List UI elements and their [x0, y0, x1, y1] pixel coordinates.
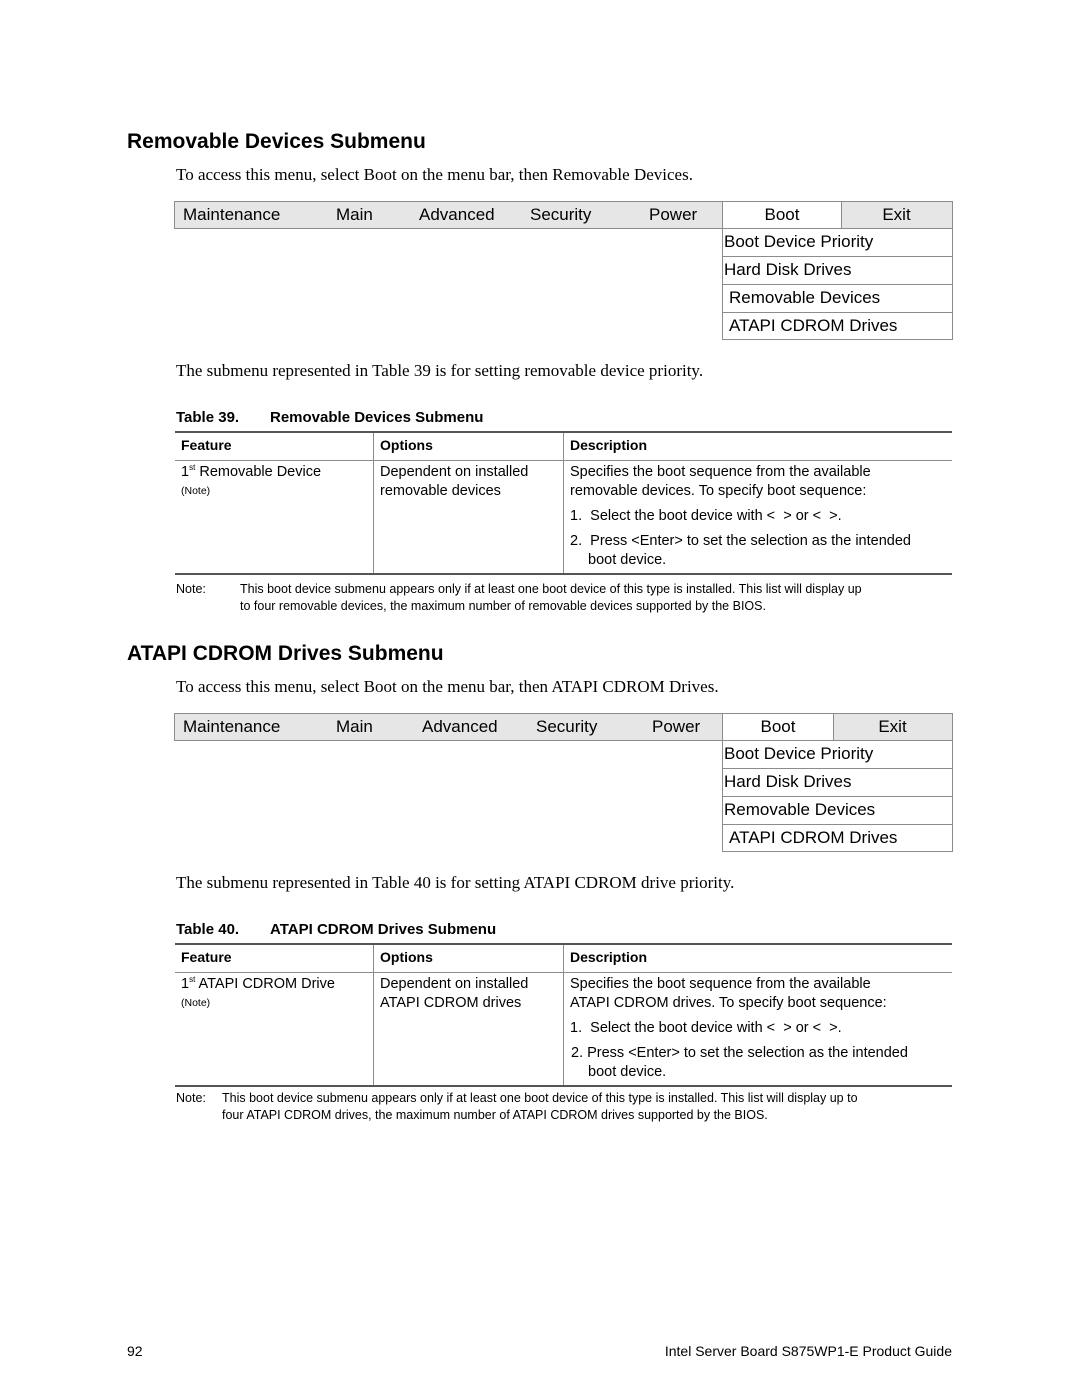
feature-name: ATAPI CDROM Drive [195, 976, 335, 992]
menu-maintenance[interactable]: Maintenance [183, 714, 280, 740]
options-line: Dependent on installed [380, 976, 529, 992]
bios-menu-bar: Maintenance Main Advanced Security Power… [174, 713, 953, 741]
description-line: Specifies the boot sequence from the ava… [570, 976, 871, 992]
feature-ordinal: 1 [181, 976, 190, 992]
table-note: Note: This boot device submenu appears o… [176, 581, 956, 615]
column-header-description: Description [570, 949, 648, 965]
submenu-item-removable-devices[interactable]: Removable Devices [723, 797, 952, 825]
note-label: Note: [176, 582, 206, 596]
feature-ordinal: 1 [181, 464, 190, 480]
menu-main[interactable]: Main [336, 714, 373, 740]
document-title: Intel Server Board S875WP1-E Product Gui… [664, 1343, 952, 1359]
table-header-row: Feature Options Description [175, 433, 952, 461]
options-cell: Dependent on installed ATAPI CDROM drive… [380, 975, 528, 1013]
feature-cell: 1st Removable Device (Note) [181, 463, 321, 501]
column-header-options: Options [380, 437, 433, 453]
description-step-2-cont: boot device. [588, 552, 667, 568]
submenu-description-text: The submenu represented in Table 40 is f… [176, 873, 735, 892]
section-heading-atapi-cdrom: ATAPI CDROM Drives Submenu [127, 642, 444, 665]
submenu-item-atapi-cdrom-drives[interactable]: ATAPI CDROM Drives [723, 313, 952, 340]
column-divider [563, 945, 564, 972]
description-step-2: 2. Press <Enter> to set the selection as… [570, 533, 911, 549]
options-line: removable devices [380, 483, 501, 499]
section-heading-removable-devices: Removable Devices Submenu [127, 130, 426, 153]
intro-text: To access this menu, select Boot on the … [176, 677, 719, 696]
menu-advanced[interactable]: Advanced [422, 714, 498, 740]
menu-security[interactable]: Security [530, 202, 591, 228]
table-note: Note: This boot device submenu appears o… [176, 1090, 956, 1124]
description-line: removable devices. To specify boot seque… [570, 483, 867, 499]
table-number: Table 39. [176, 409, 240, 426]
menu-power[interactable]: Power [652, 714, 700, 740]
description-cell: Specifies the boot sequence from the ava… [570, 463, 871, 501]
submenu-item-hard-disk-drives[interactable]: Hard Disk Drives [723, 769, 952, 797]
table-header-row: Feature Options Description [175, 945, 952, 973]
description-cell: Specifies the boot sequence from the ava… [570, 975, 887, 1013]
description-line: ATAPI CDROM drives. To specify boot sequ… [570, 995, 887, 1011]
menu-boot-selected[interactable]: Boot [722, 714, 834, 740]
feature-cell: 1st ATAPI CDROM Drive (Note) [181, 975, 335, 1013]
feature-note-ref: (Note) [181, 997, 211, 1009]
menu-maintenance[interactable]: Maintenance [183, 202, 280, 228]
column-divider [563, 973, 564, 1085]
options-line: Dependent on installed [380, 464, 529, 480]
table-number: Table 40. [176, 921, 240, 938]
description-step-2: 2. Press <Enter> to set the selection as… [571, 1045, 908, 1061]
description-step-1: 1. Select the boot device with < > or < … [570, 1020, 842, 1036]
column-header-feature: Feature [181, 437, 232, 453]
column-divider [373, 433, 374, 460]
column-divider [563, 461, 564, 573]
column-header-description: Description [570, 437, 648, 453]
submenu-item-hard-disk-drives[interactable]: Hard Disk Drives [723, 257, 952, 285]
feature-note-ref: (Note) [181, 485, 211, 497]
options-cell: Dependent on installed removable devices [380, 463, 528, 501]
table-caption: Table 40. ATAPI CDROM Drives Submenu [176, 921, 496, 938]
atapi-cdrom-table: Feature Options Description 1st ATAPI CD… [175, 943, 952, 1087]
bios-menu-bar: Maintenance Main Advanced Security Power… [174, 201, 953, 229]
intro-text: To access this menu, select Boot on the … [176, 165, 693, 184]
menu-advanced[interactable]: Advanced [419, 202, 495, 228]
column-divider [373, 973, 374, 1085]
submenu-item-boot-device-priority[interactable]: Boot Device Priority [723, 229, 952, 257]
description-line: Specifies the boot sequence from the ava… [570, 464, 871, 480]
menu-power[interactable]: Power [649, 202, 697, 228]
table-title: Removable Devices Submenu [270, 409, 484, 426]
column-header-feature: Feature [181, 949, 232, 965]
submenu-item-boot-device-priority[interactable]: Boot Device Priority [723, 741, 952, 769]
description-step-2-cont: boot device. [588, 1064, 667, 1080]
menu-boot-selected[interactable]: Boot [722, 202, 842, 228]
menu-exit[interactable]: Exit [841, 202, 952, 228]
description-step-1: 1. Select the boot device with < > or < … [570, 508, 842, 524]
submenu-item-atapi-cdrom-drives[interactable]: ATAPI CDROM Drives [723, 825, 952, 852]
table-title: ATAPI CDROM Drives Submenu [270, 921, 497, 938]
feature-name: Removable Device [195, 464, 322, 480]
note-line: four ATAPI CDROM drives, the maximum num… [222, 1108, 768, 1122]
column-divider [563, 433, 564, 460]
table-caption: Table 39. Removable Devices Submenu [176, 409, 483, 426]
column-divider [373, 945, 374, 972]
note-line: This boot device submenu appears only if… [222, 1091, 858, 1105]
submenu-description-text: The submenu represented in Table 39 is f… [176, 361, 704, 380]
menu-main[interactable]: Main [336, 202, 373, 228]
options-line: ATAPI CDROM drives [380, 995, 522, 1011]
note-line: This boot device submenu appears only if… [240, 582, 862, 596]
menu-exit[interactable]: Exit [833, 714, 952, 740]
column-divider [373, 461, 374, 573]
column-header-options: Options [380, 949, 433, 965]
boot-submenu: Boot Device Priority Hard Disk Drives Re… [722, 741, 953, 852]
page-number: 92 [127, 1343, 143, 1359]
table-row: 1st ATAPI CDROM Drive (Note) Dependent o… [175, 973, 952, 1085]
removable-devices-table: Feature Options Description 1st Removabl… [175, 431, 952, 575]
boot-submenu: Boot Device Priority Hard Disk Drives Re… [722, 229, 953, 340]
note-label: Note: [176, 1091, 206, 1105]
note-line: to four removable devices, the maximum n… [240, 599, 766, 613]
table-row: 1st Removable Device (Note) Dependent on… [175, 461, 952, 573]
submenu-item-removable-devices[interactable]: Removable Devices [723, 285, 952, 313]
menu-security[interactable]: Security [536, 714, 597, 740]
